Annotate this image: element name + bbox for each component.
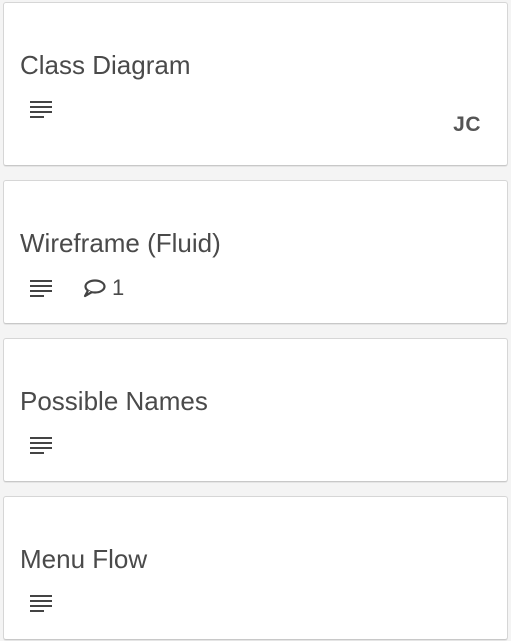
card-badges [30,591,54,615]
comment-count: 1 [112,275,125,300]
card-title: Possible Names [20,386,208,416]
description-icon [30,278,54,298]
card-possible-names[interactable]: Possible Names [3,338,508,482]
member-avatar[interactable]: JC [453,113,481,137]
card-wireframe-fluid[interactable]: Wireframe (Fluid) 1 [3,180,508,324]
card-badges: 1 [30,276,124,300]
card-menu-flow[interactable]: Menu Flow [3,496,508,640]
card-badges [30,97,54,121]
comment-badge: 1 [82,276,124,300]
card-badges [30,433,54,457]
description-icon [30,435,54,455]
description-icon [30,99,54,119]
card-title: Class Diagram [20,50,191,80]
description-icon [30,593,54,613]
card-list: Class Diagram JC Wireframe (Fluid) 1 Pos… [0,0,511,641]
card-class-diagram[interactable]: Class Diagram JC [3,2,508,166]
comment-icon [82,278,106,298]
card-title: Menu Flow [20,544,148,574]
card-title: Wireframe (Fluid) [20,228,221,258]
